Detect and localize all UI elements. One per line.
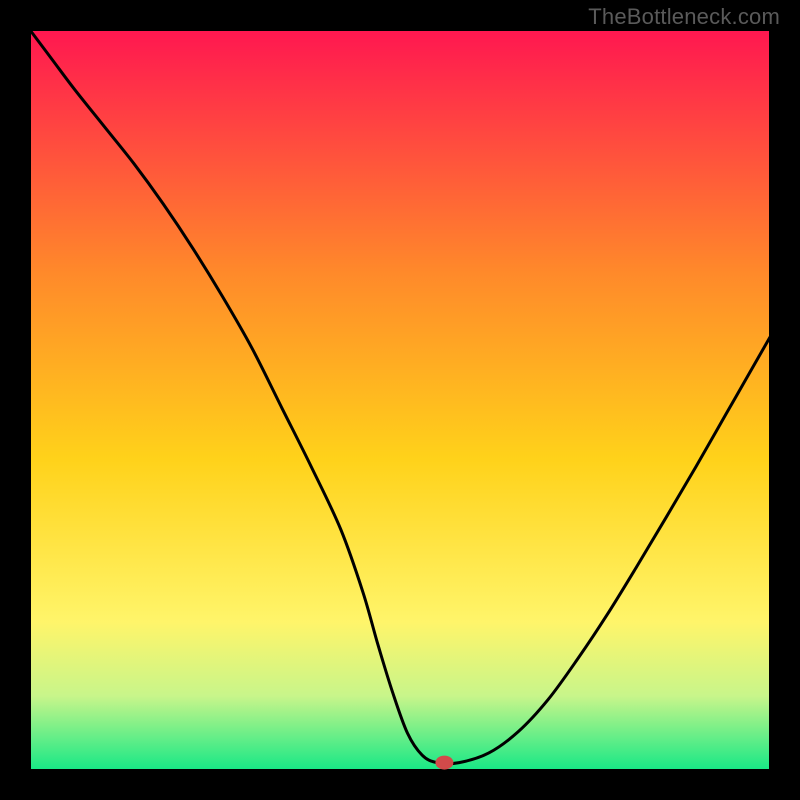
chart-frame: TheBottleneck.com — [0, 0, 800, 800]
plot-background — [30, 30, 770, 770]
optimal-point-marker — [435, 756, 453, 770]
bottleneck-chart — [0, 0, 800, 800]
